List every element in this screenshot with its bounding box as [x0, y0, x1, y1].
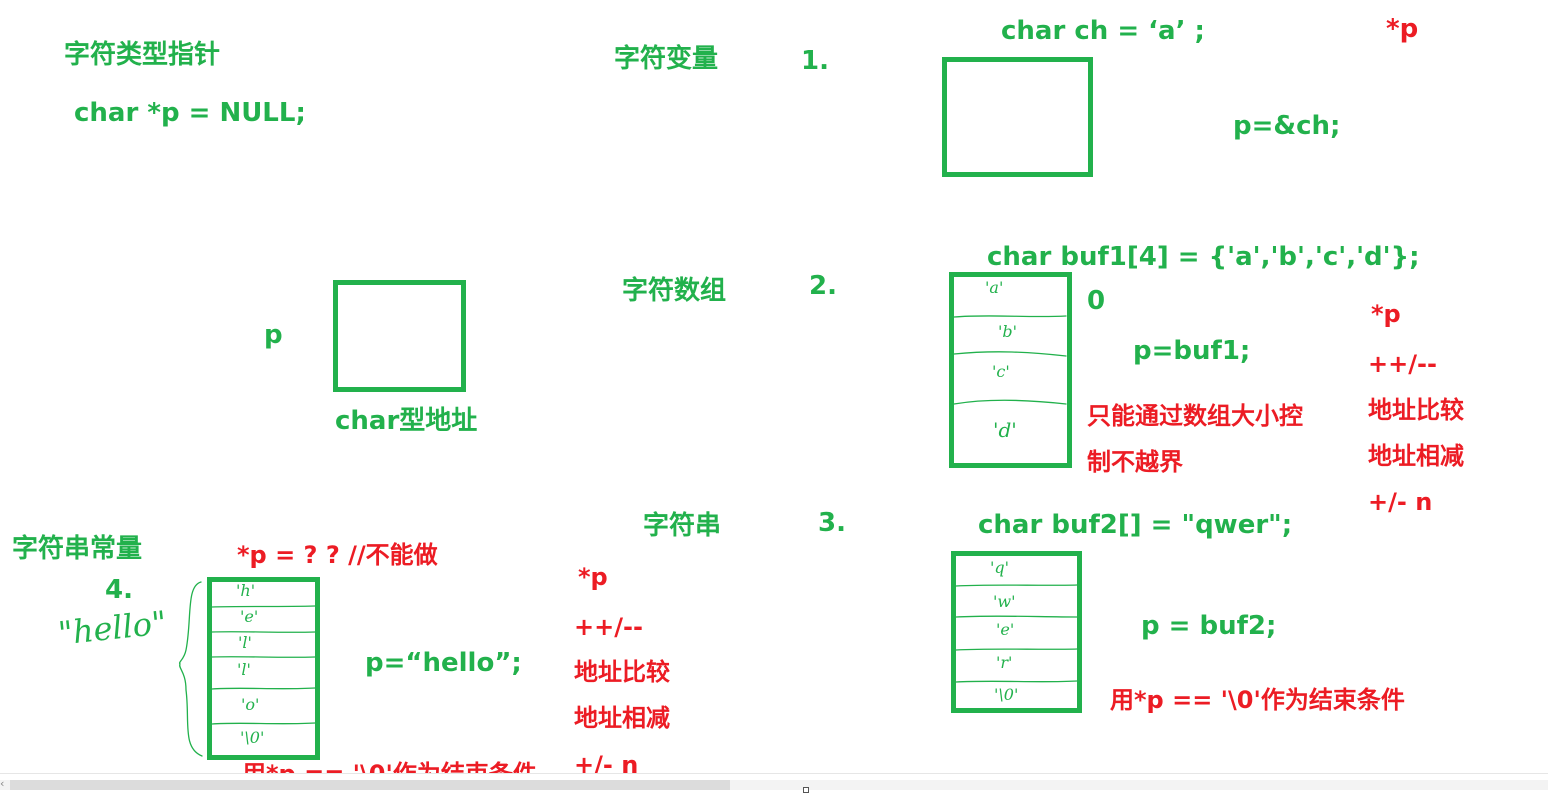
pointer-box-caption: char型地址: [335, 406, 478, 436]
section2-op-offset: +/- n: [1368, 488, 1433, 516]
horizontal-scrollbar[interactable]: ‹: [0, 773, 1548, 795]
section1-deref: *p: [1386, 14, 1419, 44]
pointer-var-label: p: [264, 320, 283, 350]
const-cell-5: '\0': [240, 728, 265, 747]
scrollbar-thumb[interactable]: [10, 780, 730, 790]
section2-op-incdec: ++/--: [1368, 350, 1437, 378]
scrollbar-grip-icon[interactable]: [803, 787, 809, 793]
section1-assign: p=&ch;: [1233, 111, 1341, 141]
section2-assign: p=buf1;: [1133, 336, 1251, 366]
array-cell-1: 'b': [998, 322, 1018, 341]
const-cell-4: 'o': [241, 695, 260, 714]
section4-op-incdec: ++/--: [574, 613, 643, 641]
section3-assign: p = buf2;: [1141, 611, 1277, 641]
array-cell-0: 'a': [985, 278, 1004, 297]
whiteboard-canvas: 字符类型指针 char *p = NULL; p char型地址 字符变量 1.…: [0, 0, 1548, 795]
string-cell-4: '\0': [994, 685, 1019, 704]
section2-op-compare: 地址比较: [1368, 396, 1464, 424]
section2-note-line1: 只能通过数组大小控: [1087, 402, 1303, 430]
section2-code: char buf1[4] = {'a','b','c','d'};: [987, 242, 1420, 272]
const-cell-3: 'l': [237, 660, 251, 679]
string-cell-0: 'q': [990, 558, 1010, 577]
array-index-label: 0: [1087, 286, 1106, 316]
array-cell-2: 'c': [992, 362, 1010, 381]
hello-brace: [178, 581, 203, 757]
section2-title: 字符数组: [622, 276, 727, 306]
string-cell-2: 'e': [996, 620, 1015, 639]
pointer-declaration: char *p = NULL;: [74, 98, 306, 128]
section3-number: 3.: [818, 508, 846, 538]
section3-end-condition: 用*p == '\0'作为结束条件: [1110, 686, 1405, 714]
section4-op-compare: 地址比较: [574, 658, 670, 686]
char-pointer-title: 字符类型指针: [64, 40, 221, 70]
handwritten-hello: "hello": [56, 603, 169, 653]
string-cell-1: 'w': [993, 592, 1016, 611]
section1-code: char ch = ‘a’ ;: [1001, 16, 1205, 46]
array-cell-3: 'd': [993, 418, 1017, 442]
section3-title: 字符串: [643, 511, 722, 541]
section1-title: 字符变量: [614, 44, 719, 74]
section4-note: *p = ? ? //不能做: [237, 541, 438, 569]
section1-number: 1.: [801, 46, 829, 76]
const-cell-1: 'e': [240, 607, 259, 626]
section4-title: 字符串常量: [12, 534, 143, 564]
const-cell-2: 'l': [238, 633, 252, 652]
section4-op-subtract: 地址相减: [574, 704, 670, 732]
scroll-left-arrow-icon[interactable]: ‹: [0, 777, 4, 790]
pointer-box: [333, 280, 466, 392]
section4-op-deref: *p: [578, 563, 608, 591]
section2-note-line2: 制不越界: [1087, 448, 1183, 476]
string-cell-3: 'r': [996, 653, 1013, 672]
section3-code: char buf2[] = "qwer";: [978, 510, 1293, 540]
const-cell-0: 'h': [236, 581, 256, 600]
char-variable-box: [942, 57, 1093, 177]
section2-op-subtract: 地址相减: [1368, 442, 1464, 470]
section4-assign: p=“hello”;: [365, 648, 522, 678]
section2-op-deref: *p: [1371, 300, 1401, 328]
section4-number: 4.: [105, 575, 133, 605]
section2-number: 2.: [809, 271, 837, 301]
